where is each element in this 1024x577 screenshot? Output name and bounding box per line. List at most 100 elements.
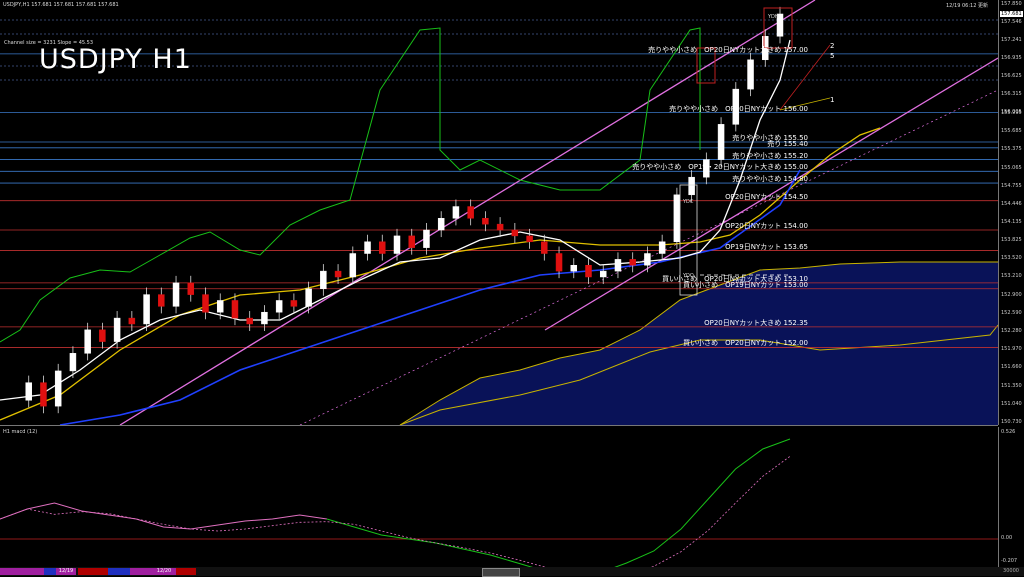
candle (408, 235, 415, 248)
candle (275, 300, 283, 313)
chart-title: USDJPY H1 (39, 44, 192, 75)
candle (128, 317, 136, 325)
macd-line-pink (0, 502, 327, 530)
price-tick: 154.446 (1001, 200, 1022, 207)
candle (349, 253, 357, 278)
level-label: OP20日NYカット 154.50 (725, 192, 808, 201)
candle (261, 311, 268, 325)
level-label: 売りやや小さめ OP20日NYカット 156.00 (669, 104, 808, 113)
macd-panel[interactable]: H1 macd (12) (0, 427, 998, 567)
candle (482, 218, 489, 225)
date-label-1: 12/19 (56, 568, 76, 575)
level-label: OP19日NYカット 153.65 (725, 242, 808, 251)
candle (334, 270, 342, 278)
candle (25, 382, 32, 401)
price-tick: 150.730 (1001, 419, 1022, 425)
candle (320, 270, 327, 289)
line-number-label: 5 (830, 52, 834, 60)
price-tick: 156.315 (1001, 91, 1022, 98)
candle (393, 235, 401, 254)
price-tick: 151.660 (1001, 364, 1022, 371)
candle (172, 282, 180, 307)
lagging-span (0, 27, 701, 343)
candle (570, 265, 578, 272)
candle (216, 300, 224, 313)
ydh-label: YDH (767, 14, 779, 20)
candle (452, 206, 460, 219)
candle (187, 282, 195, 295)
level-label: 売りやや小さめ 155.20 (732, 151, 808, 160)
candle (658, 241, 666, 254)
candle (629, 259, 636, 266)
price-tick: 155.685 (1001, 128, 1022, 135)
fib-line (779, 44, 831, 111)
level-label: OP20日NYカット大きめ 152.35 (704, 318, 808, 327)
candle (585, 265, 592, 278)
price-tick: 155.065 (1001, 164, 1022, 171)
level-label: 買い小さめ OP19日NYカット 153.00 (683, 280, 808, 289)
candle (364, 241, 371, 254)
macd-signal (0, 456, 791, 567)
candle (113, 317, 121, 342)
level-label: OP20日NYカット 154.00 (725, 222, 808, 231)
candle (84, 329, 91, 354)
candle (526, 235, 533, 243)
candle (467, 206, 474, 219)
level-label: 売りやや小さめ OP19・20日NYカット大きめ 155.00 (632, 163, 808, 172)
session-segment (108, 568, 130, 575)
macd-chart (0, 438, 998, 567)
candle (437, 218, 445, 231)
level-label: 売り 155.40 (767, 139, 808, 148)
candle (158, 294, 165, 307)
session-segment (78, 568, 108, 575)
candle (54, 370, 62, 407)
candle (202, 294, 209, 313)
level-label: 売りやや小さめ OP20日NYカット大きめ 157.00 (648, 45, 808, 54)
date-label-2: 12/20 (152, 568, 176, 575)
candle (614, 259, 622, 272)
session-segment (22, 568, 44, 575)
line-number-label: 1 (830, 96, 834, 104)
price-tick: 153.520 (1001, 255, 1022, 262)
level-label: 売りやや小さめ 154.80 (732, 175, 808, 184)
candle (717, 124, 725, 160)
candle (423, 229, 430, 248)
price-tick: 152.280 (1001, 328, 1022, 334)
main-chart-panel[interactable]: YDC YDO YDL YDH 2 5 1 USDJPY,H1 157.681 157.68… (0, 0, 998, 426)
candle (688, 176, 695, 196)
candle (231, 300, 239, 319)
macd-tick-bottom: -0.207 (1001, 558, 1018, 564)
candle (541, 241, 548, 254)
price-tick: 157.546 (1001, 18, 1022, 25)
price-tick: 152.590 (1001, 309, 1022, 316)
price-tick: 154.755 (1001, 182, 1022, 189)
candle (599, 270, 607, 278)
candle (511, 229, 519, 237)
candle (246, 317, 253, 325)
candle (555, 253, 563, 272)
candle (673, 194, 681, 243)
price-tick: 155.995 (1001, 109, 1022, 116)
candle (40, 382, 47, 407)
candle (290, 300, 298, 307)
line-number-label: 2 (830, 42, 834, 50)
session-segment (130, 568, 152, 575)
price-tick: 155.375 (1001, 146, 1022, 153)
candle (99, 329, 106, 342)
current-price-label: 157.681 (1000, 10, 1023, 17)
candle (143, 294, 150, 325)
candle (496, 223, 504, 231)
price-tick: 156.625 (1001, 72, 1022, 79)
price-tick: 151.040 (1001, 400, 1022, 407)
candle (305, 288, 312, 307)
price-tick: 154.135 (1001, 219, 1022, 226)
session-segment (176, 568, 196, 575)
symbol-info: USDJPY,H1 157.681 157.681 157.681 157.68… (3, 2, 119, 8)
time-scrollbar[interactable]: 12/19 12/20 30000 (0, 567, 1024, 577)
macd-title: H1 macd (12) (3, 429, 38, 435)
price-tick: 157.241 (1001, 36, 1022, 43)
price-tick: 153.210 (1001, 273, 1022, 280)
price-tick: 152.900 (1001, 291, 1022, 298)
server-time: 12/19 06:12 更新 (946, 3, 989, 9)
macd-tick-zero: 0.00 (1001, 535, 1013, 541)
